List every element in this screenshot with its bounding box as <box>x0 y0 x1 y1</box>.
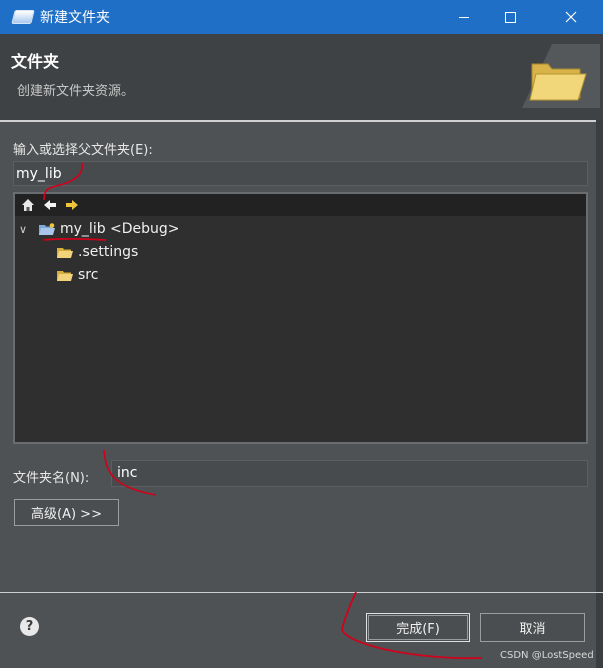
home-icon[interactable] <box>20 197 36 213</box>
page-description: 创建新文件夹资源。 <box>17 84 135 99</box>
finish-button[interactable]: 完成(F) <box>366 613 470 642</box>
parent-folder-label: 输入或选择父文件夹(E): <box>13 143 153 158</box>
chevron-down-icon[interactable]: ∨ <box>19 223 33 236</box>
maximize-button[interactable] <box>487 0 533 34</box>
tree-item-src[interactable]: src <box>57 264 98 286</box>
minimize-button[interactable] <box>441 0 487 34</box>
window-app-icon <box>11 10 35 24</box>
parent-folder-input[interactable]: my_lib <box>13 161 588 186</box>
close-icon <box>565 11 577 23</box>
advanced-button[interactable]: 高级(A) >> <box>14 499 119 526</box>
back-arrow-icon[interactable] <box>42 197 58 213</box>
dialog-header: 文件夹 创建新文件夹资源。 <box>0 34 603 120</box>
close-button[interactable] <box>548 0 594 34</box>
watermark: CSDN @LostSpeed <box>500 650 594 661</box>
window-title: 新建文件夹 <box>40 10 110 26</box>
folder-name-input[interactable]: inc <box>111 460 588 487</box>
title-bar: 新建文件夹 <box>0 0 603 34</box>
tree-item-label: my_lib <Debug> <box>60 221 180 237</box>
page-title: 文件夹 <box>11 52 60 71</box>
project-folder-icon <box>39 222 55 235</box>
maximize-icon <box>504 11 516 23</box>
tree-item-label: .settings <box>78 244 139 260</box>
forward-arrow-icon[interactable] <box>64 197 80 213</box>
folder-banner-icon <box>522 44 600 108</box>
minimize-icon <box>459 16 469 18</box>
cancel-button[interactable]: 取消 <box>480 613 585 642</box>
help-icon[interactable]: ? <box>20 617 39 636</box>
tree-toolbar <box>15 194 586 216</box>
folder-icon <box>57 247 73 258</box>
folder-icon <box>57 270 73 281</box>
tree-item-settings[interactable]: .settings <box>57 241 138 263</box>
header-divider <box>0 120 603 122</box>
footer-divider <box>0 592 603 593</box>
window-edge <box>596 120 603 668</box>
folder-name-label: 文件夹名(N): <box>13 471 90 486</box>
tree-item-label: src <box>78 267 99 283</box>
folder-tree[interactable]: ∨ my_lib <Debug> .settings src <box>13 192 588 444</box>
tree-item-my-lib[interactable]: ∨ my_lib <Debug> <box>19 218 180 240</box>
